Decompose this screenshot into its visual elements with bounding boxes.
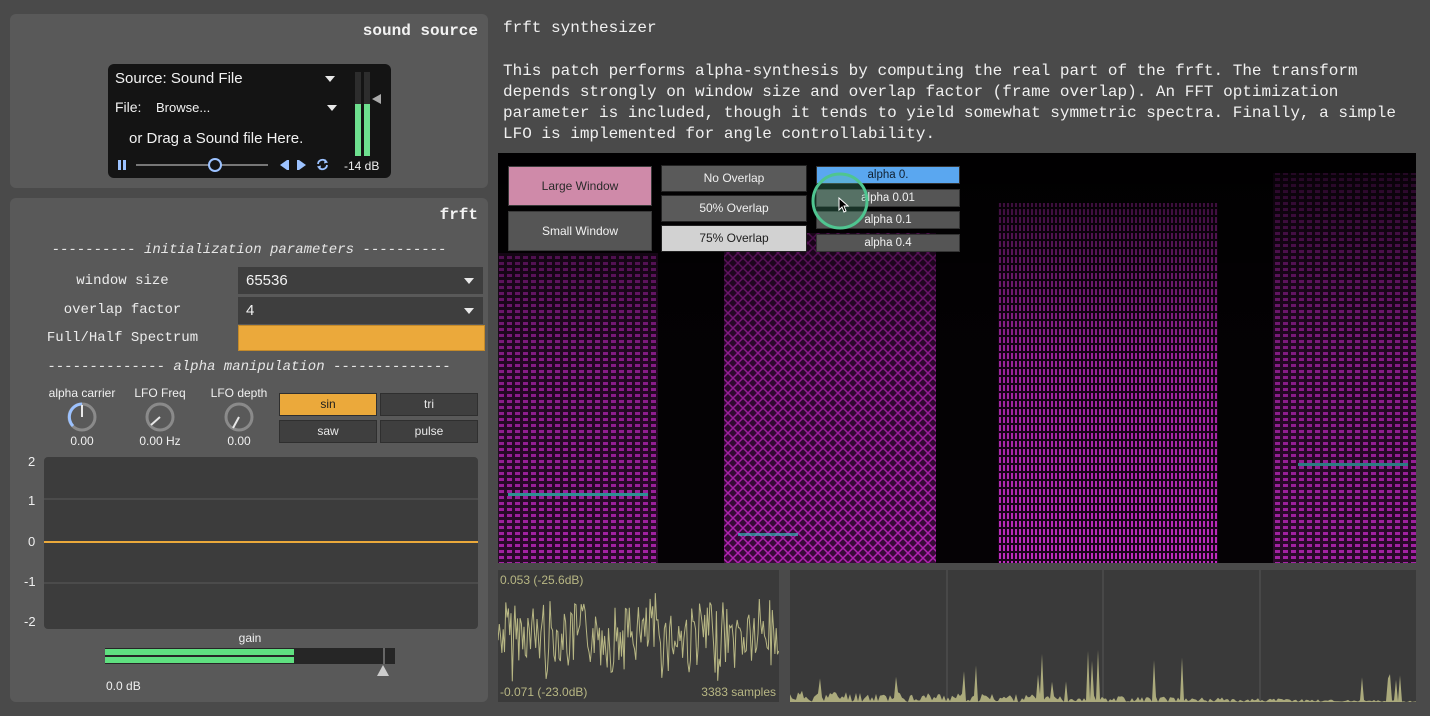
waveform-plot (498, 593, 779, 682)
loop-icon[interactable] (316, 158, 329, 171)
overlap-factor-chevron-down-icon[interactable] (464, 308, 474, 314)
gain-slider[interactable] (105, 648, 395, 664)
three-quarter-overlap-button[interactable]: 75% Overlap (661, 225, 807, 252)
file-label: File: (115, 99, 142, 115)
small-window-button[interactable]: Small Window (508, 211, 652, 251)
lfo-shape-sin-button[interactable]: sin (279, 393, 377, 416)
lfo-freq-label: LFO Freq (134, 386, 186, 400)
panel-title-frft: frft (439, 206, 478, 224)
lfo-depth-value: 0.00 (227, 434, 251, 448)
waveform-trace (498, 593, 779, 682)
spectrum-label: Full/Half Spectrum (46, 330, 199, 346)
source-menu-chevron-down-icon[interactable] (325, 76, 335, 82)
half-overlap-button[interactable]: 50% Overlap (661, 195, 807, 222)
lfo-shape-tri-button[interactable]: tri (380, 393, 478, 416)
gain-label: gain (238, 631, 262, 645)
full-half-spectrum-toggle[interactable] (238, 325, 485, 351)
window-size-value: 65536 (246, 272, 288, 289)
lfo-freq-knob[interactable] (145, 402, 175, 432)
no-overlap-button[interactable]: No Overlap (661, 165, 807, 192)
panel-title-sound-source: sound source (362, 22, 478, 40)
lfo-shape-pulse-button[interactable]: pulse (380, 420, 478, 443)
step-back-icon[interactable] (278, 159, 290, 171)
frft-panel: frft ---------- initialization parameter… (10, 198, 488, 702)
lfo-scope-plot (44, 498, 478, 584)
scope-y-label: 2 (28, 454, 36, 469)
meter-pointer-icon (372, 94, 381, 104)
lfo-depth-label: LFO depth (210, 386, 268, 400)
overlap-factor-menu[interactable]: 4 (238, 297, 483, 324)
alpha-manipulation-header: -------------- alpha manipulation ------… (47, 359, 451, 375)
alpha-carrier-label: alpha carrier (48, 386, 116, 400)
level-meter-left (355, 72, 361, 156)
seek-handle[interactable] (208, 158, 223, 172)
gain-pointer-icon[interactable] (377, 665, 389, 676)
waveform-samples-label: 3383 samples (701, 685, 776, 699)
window-size-label: window size (76, 273, 169, 289)
spectrum-plot (790, 570, 1416, 702)
gain-value: 0.0 dB (106, 679, 141, 693)
overlap-factor-label: overlap factor (63, 302, 182, 318)
seek-track[interactable] (136, 164, 268, 166)
window-size-menu[interactable]: 65536 (238, 267, 483, 294)
step-forward-icon[interactable] (296, 159, 308, 171)
spectrum-display (790, 570, 1416, 702)
init-params-header: ---------- initialization parameters ---… (51, 242, 447, 258)
waveform-max-label: 0.053 (-25.6dB) (500, 573, 584, 587)
lfo-scope (44, 457, 478, 629)
sound-file-player[interactable]: Source: Sound File File: Browse... or Dr… (108, 64, 391, 178)
mouse-pointer-icon (838, 197, 850, 213)
overlap-factor-value: 4 (246, 302, 255, 319)
lfo-depth-knob[interactable] (224, 402, 254, 432)
window-size-chevron-down-icon[interactable] (464, 278, 474, 284)
level-readout: -14 dB (344, 159, 380, 173)
lfo-freq-value: 0.00 Hz (139, 434, 181, 448)
scope-y-label: -1 (24, 574, 36, 589)
sound-source-panel: sound source Source: Sound File File: Br… (10, 14, 488, 188)
patch-title: frft synthesizer (503, 19, 657, 37)
scope-y-label: -2 (24, 614, 36, 629)
alpha-0-4-button[interactable]: alpha 0.4 (816, 234, 960, 252)
file-browse-menu[interactable]: Browse... (156, 100, 210, 115)
pause-icon[interactable] (116, 159, 128, 171)
waveform-min-label: -0.071 (-23.0dB) (500, 685, 588, 699)
scope-y-label: 1 (28, 493, 36, 508)
file-menu-chevron-down-icon[interactable] (327, 105, 337, 111)
alpha-carrier-knob[interactable] (67, 402, 97, 432)
alpha-carrier-value: 0.00 (70, 434, 94, 448)
large-window-button[interactable]: Large Window (508, 166, 652, 206)
spectrogram: Large Window Small Window No Overlap 50%… (498, 153, 1416, 563)
level-meter-right (364, 72, 370, 156)
scope-y-label: 0 (28, 534, 36, 549)
drag-hint: or Drag a Sound file Here. (129, 130, 304, 147)
waveform-display: 0.053 (-25.6dB) -0.071 (-23.0dB) 3383 sa… (498, 570, 779, 702)
lfo-shape-saw-button[interactable]: saw (279, 420, 377, 443)
patch-description: This patch performs alpha-synthesis by c… (503, 62, 1396, 143)
source-menu[interactable]: Source: Sound File (115, 70, 243, 87)
